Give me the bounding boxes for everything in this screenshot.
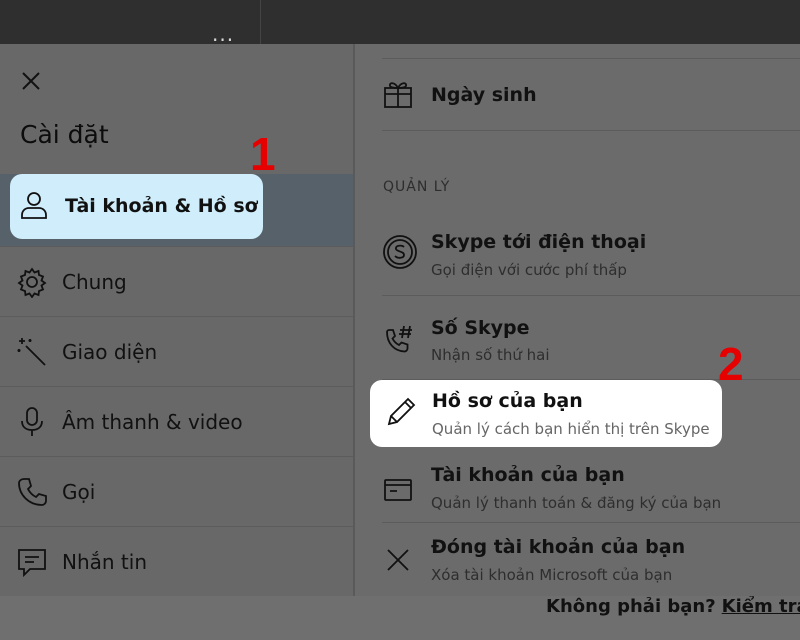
more-options-icon[interactable]: ... — [212, 24, 234, 44]
check-link[interactable]: Kiểm tra — [722, 596, 800, 617]
birthday-label: Ngày sinh — [431, 84, 537, 106]
sidebar-item-label: Âm thanh & video — [62, 410, 243, 434]
section-manage-label: QUẢN LÝ — [383, 179, 451, 195]
gear-icon — [16, 266, 48, 298]
skype-to-phone-row[interactable]: Skype tới điện thoại Gọi điện với cước p… — [382, 224, 800, 294]
sidebar-item-appearance[interactable]: Giao diện — [0, 316, 353, 386]
item-subtitle: Nhận số thứ hai — [431, 346, 550, 364]
item-subtitle: Xóa tài khoản Microsoft của bạn — [431, 566, 673, 584]
list-divider — [382, 130, 800, 131]
settings-title: Cài đặt — [20, 120, 109, 149]
item-title: Skype tới điện thoại — [431, 231, 647, 253]
not-you-prompt: Không phải bạn? Kiểm tra — [546, 596, 800, 617]
sidebar-item-label: Gọi — [62, 480, 96, 504]
person-icon — [18, 189, 50, 221]
card-icon — [382, 474, 414, 506]
sidebar-item-label: Nhắn tin — [62, 550, 147, 574]
settings-sidebar: Cài đặt Tài khoản & Hồ sơ Chung Giao diệ… — [0, 44, 353, 596]
sidebar-item-general[interactable]: Chung — [0, 246, 353, 316]
settings-dialog: Cài đặt Tài khoản & Hồ sơ Chung Giao diệ… — [0, 44, 800, 596]
item-title: Tài khoản của bạn — [431, 464, 625, 486]
item-subtitle: Quản lý thanh toán & đăng ký của bạn — [431, 494, 722, 512]
birthday-row[interactable]: Ngày sinh — [382, 58, 800, 130]
close-account-row[interactable]: Đóng tài khoản của bạn Xóa tài khoản Mic… — [382, 524, 800, 596]
skype-icon — [382, 234, 418, 270]
your-account-row[interactable]: Tài khoản của bạn Quản lý thanh toán & đ… — [382, 456, 800, 522]
list-divider — [382, 522, 800, 523]
your-profile-row[interactable]: Hồ sơ của bạn Quản lý cách bạn hiển thị … — [370, 380, 722, 447]
item-title: Đóng tài khoản của bạn — [431, 536, 686, 558]
step-annotation-1: 1 — [250, 128, 276, 180]
step-annotation-2: 2 — [718, 338, 744, 390]
not-you-text: Không phải bạn? — [546, 596, 716, 617]
close-icon[interactable] — [18, 68, 44, 94]
sidebar-item-account-profile[interactable]: Tài khoản & Hồ sơ — [10, 174, 263, 239]
item-subtitle: Gọi điện với cước phí thấp — [431, 261, 627, 279]
microphone-icon — [16, 406, 48, 438]
background-divider — [260, 0, 261, 44]
app-background-header — [0, 0, 800, 44]
pencil-icon — [384, 395, 418, 429]
sidebar-item-audio-video[interactable]: Âm thanh & video — [0, 386, 353, 456]
item-title: Hồ sơ của bạn — [432, 390, 583, 412]
item-subtitle: Quản lý cách bạn hiển thị trên Skype — [432, 420, 710, 438]
sidebar-item-messaging[interactable]: Nhắn tin — [0, 526, 353, 596]
item-title: Số Skype — [431, 317, 530, 339]
sidebar-item-label: Tài khoản & Hồ sơ — [65, 195, 258, 217]
phone-icon — [16, 476, 48, 508]
sidebar-item-calls[interactable]: Gọi — [0, 456, 353, 526]
phone-hash-icon — [382, 322, 418, 358]
sidebar-item-label: Chung — [62, 270, 127, 294]
list-divider — [382, 295, 800, 296]
magic-wand-icon — [16, 336, 48, 368]
chat-icon — [16, 546, 48, 578]
close-icon — [382, 544, 414, 576]
dialog-divider — [353, 44, 355, 596]
sidebar-item-label: Giao diện — [62, 340, 158, 364]
gift-icon — [382, 78, 414, 110]
